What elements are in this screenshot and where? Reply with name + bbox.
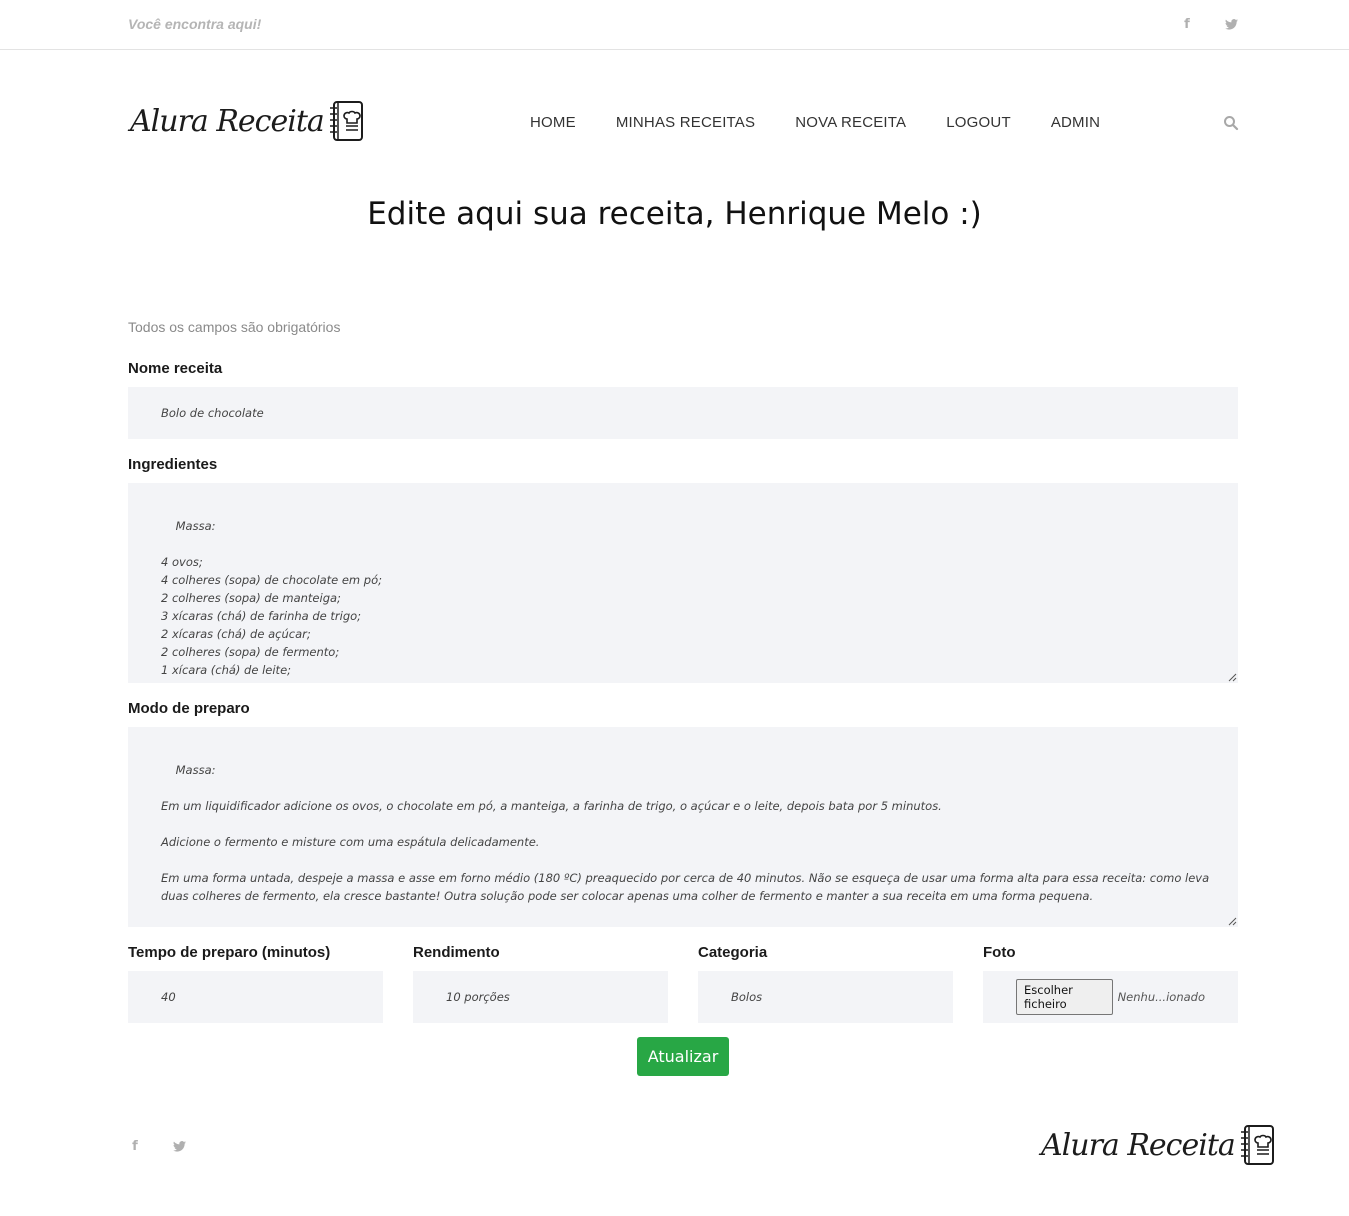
top-bar: Você encontra aqui! f (0, 0, 1349, 50)
main-nav: HOME MINHAS RECEITAS NOVA RECEITA LOGOUT… (510, 114, 1120, 131)
rendimento-label: Rendimento (413, 944, 500, 961)
nome-value: Bolo de chocolate (161, 406, 264, 420)
search-icon[interactable] (1223, 115, 1239, 131)
logo-text: Alura Receita (130, 103, 325, 139)
categoria-select[interactable]: Bolos (698, 971, 953, 1023)
resize-grip-icon[interactable] (1228, 917, 1237, 926)
required-note: Todos os campos são obrigatórios (128, 319, 341, 335)
site-logo[interactable]: Alura Receita (130, 100, 366, 142)
ingredientes-textarea[interactable]: Massa: 4 ovos; 4 colheres (sopa) de choc… (128, 483, 1238, 683)
ingredientes-value: Massa: 4 ovos; 4 colheres (sopa) de choc… (161, 519, 383, 677)
choose-file-button[interactable]: Escolher ficheiro (1016, 979, 1113, 1015)
tagline: Você encontra aqui! (128, 16, 262, 32)
twitter-icon[interactable] (1224, 16, 1238, 32)
recipe-book-icon (329, 101, 363, 141)
file-name: Nenhu...ionado (1117, 990, 1205, 1004)
rendimento-input[interactable]: 10 porções (413, 971, 668, 1023)
twitter-icon[interactable] (172, 1138, 186, 1154)
nav-home[interactable]: HOME (510, 114, 596, 131)
nome-input[interactable]: Bolo de chocolate (128, 387, 1238, 439)
categoria-value: Bolos (731, 990, 763, 1004)
ingredientes-label: Ingredientes (128, 456, 218, 473)
footer-logo[interactable]: Alura Receita (1041, 1124, 1277, 1166)
top-social-links: f (1180, 16, 1238, 32)
nav-nova-receita[interactable]: NOVA RECEITA (775, 114, 926, 131)
nav-admin[interactable]: ADMIN (1031, 114, 1120, 131)
site-header: Alura Receita HOME MINHAS RECEITAS NOVA … (0, 50, 1349, 170)
page-title: Edite aqui sua receita, Henrique Melo :) (367, 196, 982, 232)
categoria-label: Categoria (698, 944, 768, 961)
facebook-icon[interactable]: f (128, 1138, 142, 1154)
tempo-value: 40 (161, 990, 176, 1004)
rendimento-value: 10 porções (446, 990, 510, 1004)
footer-social-links: f (128, 1138, 186, 1154)
modo-value: Massa: Em um liquidificador adicione os … (161, 763, 1210, 927)
nome-label: Nome receita (128, 360, 223, 377)
modo-textarea[interactable]: Massa: Em um liquidificador adicione os … (128, 727, 1238, 927)
atualizar-button[interactable]: Atualizar (637, 1037, 729, 1076)
tempo-label: Tempo de preparo (minutos) (128, 944, 331, 961)
nav-logout[interactable]: LOGOUT (926, 114, 1031, 131)
recipe-book-icon (1240, 1125, 1274, 1165)
tempo-input[interactable]: 40 (128, 971, 383, 1023)
foto-label: Foto (983, 944, 1016, 961)
foto-file-input[interactable]: Escolher ficheiro Nenhu...ionado (983, 971, 1238, 1023)
modo-label: Modo de preparo (128, 700, 250, 717)
resize-grip-icon[interactable] (1228, 673, 1237, 682)
footer-logo-text: Alura Receita (1041, 1127, 1236, 1163)
nav-minhas-receitas[interactable]: MINHAS RECEITAS (596, 114, 775, 131)
facebook-icon[interactable]: f (1180, 16, 1194, 32)
